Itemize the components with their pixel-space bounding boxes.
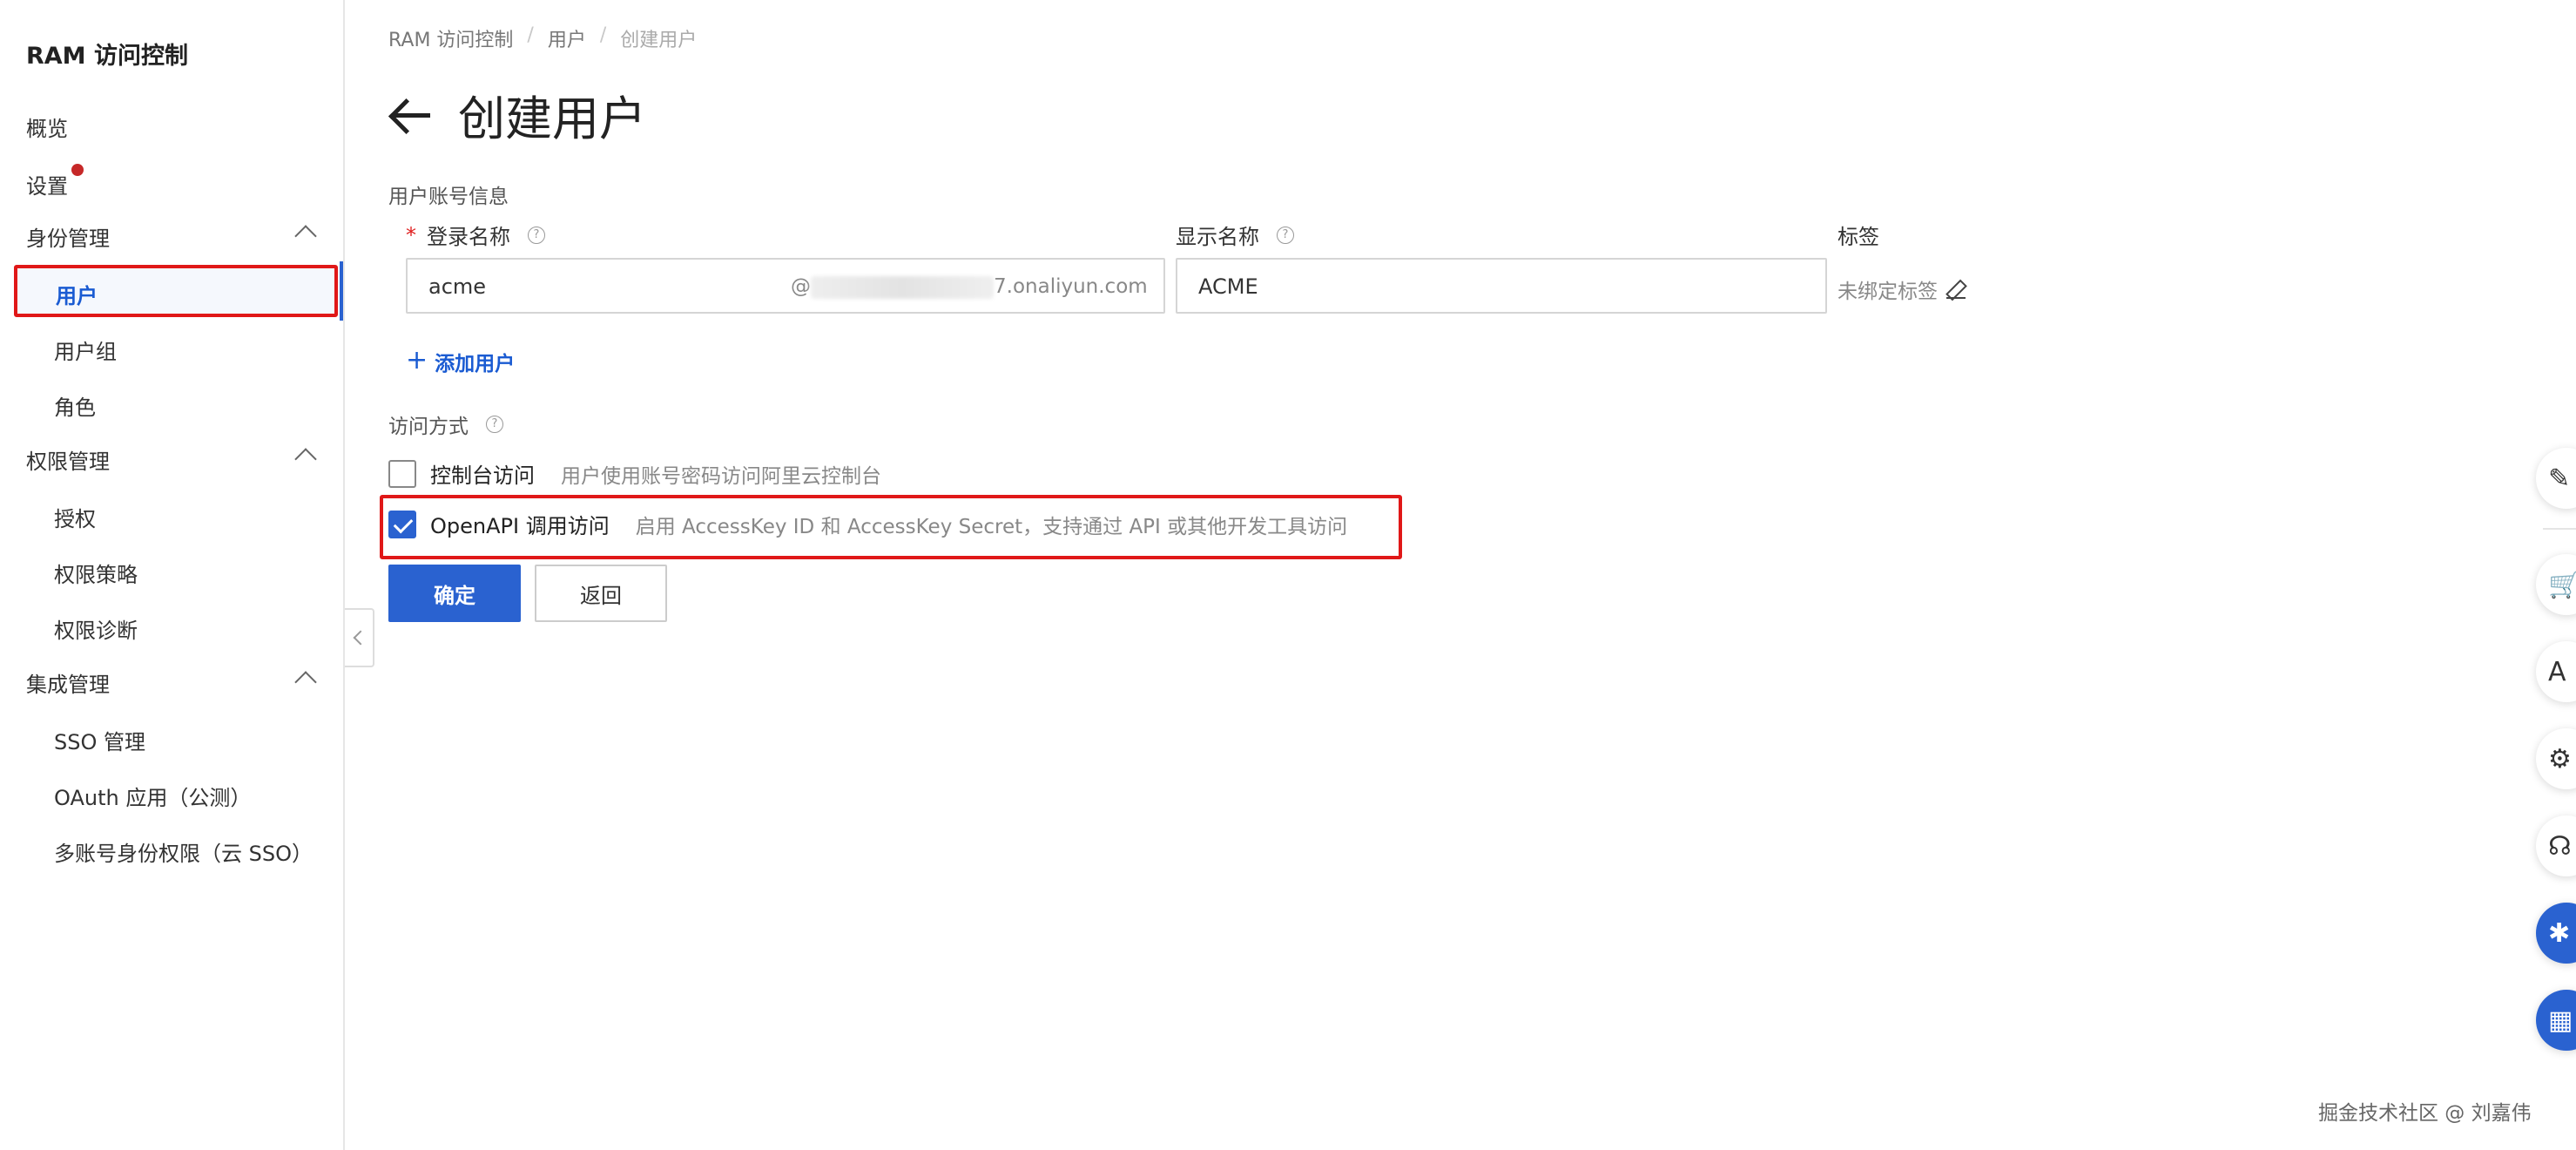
sidebar-item-sso[interactable]: SSO 管理: [54, 725, 145, 755]
breadcrumb-item-ram[interactable]: RAM 访问控制: [388, 24, 513, 52]
breadcrumb-separator: /: [599, 24, 607, 46]
console-access-desc: 用户使用账号密码访问阿里云控制台: [561, 464, 881, 488]
sidebar-item-settings[interactable]: 设置: [26, 169, 68, 200]
openapi-access-desc: 启用 AccessKey ID 和 AccessKey Secret，支持通过 …: [635, 515, 1348, 538]
edit-icon[interactable]: [1946, 280, 1966, 299]
chevron-up-icon: [294, 225, 317, 247]
headset-icon: ☊: [2548, 831, 2572, 862]
float-cart-button[interactable]: 🛒: [2536, 554, 2576, 615]
sidebar-item-roles[interactable]: 角色: [54, 390, 96, 421]
chevron-up-icon: [294, 671, 317, 693]
help-icon[interactable]: ?: [528, 226, 545, 244]
float-support-button[interactable]: ☊: [2536, 815, 2576, 876]
cart-icon: 🛒: [2548, 570, 2576, 600]
breadcrumb-item-users[interactable]: 用户: [548, 24, 586, 52]
sidebar-item-grants[interactable]: 授权: [54, 502, 96, 532]
toolbar-divider: [2543, 528, 2576, 530]
api-icon: A: [2548, 657, 2566, 687]
float-settings-button[interactable]: ⚙: [2536, 728, 2576, 789]
sidebar-title: RAM 访问控制: [26, 43, 188, 70]
sidebar-collapse-button[interactable]: [345, 608, 374, 667]
sidebar-group-label: 权限管理: [26, 450, 110, 474]
page-title: 创建用户: [458, 91, 646, 146]
help-icon[interactable]: ?: [486, 416, 503, 433]
back-arrow-icon[interactable]: [388, 93, 432, 137]
page-header: 创建用户: [388, 80, 646, 149]
sidebar-item-oauth[interactable]: OAuth 应用（公测）: [54, 781, 251, 811]
sidebar-group-integration[interactable]: 集成管理: [26, 667, 317, 698]
confirm-button[interactable]: 确定: [388, 565, 521, 622]
display-name-input[interactable]: ACME: [1176, 258, 1827, 314]
login-name-value: acme: [428, 274, 487, 299]
breadcrumb-item-current: 创建用户: [620, 30, 698, 51]
float-assistant-button[interactable]: ✱: [2536, 903, 2576, 964]
required-mark: *: [406, 222, 416, 247]
openapi-access-option[interactable]: OpenAPI 调用访问 启用 AccessKey ID 和 AccessKey…: [388, 509, 1347, 539]
watermark: 掘金技术社区 @ 刘嘉伟: [2318, 1102, 2532, 1125]
sidebar-item-diagnosis[interactable]: 权限诊断: [54, 613, 138, 644]
sidebar-item-policies[interactable]: 权限策略: [54, 558, 138, 588]
sidebar-item-users[interactable]: 用户: [14, 265, 338, 317]
chevron-up-icon: [294, 448, 317, 470]
sidebar: RAM 访问控制 概览 设置 身份管理 用户 用户组 角色 权限管理 授权 权限…: [0, 0, 345, 1150]
access-method-label: 访问方式 ?: [388, 409, 503, 439]
help-icon[interactable]: ?: [1277, 226, 1294, 244]
display-name-value: ACME: [1198, 274, 1258, 299]
tags-value[interactable]: 未绑定标签: [1838, 274, 1966, 304]
sidebar-item-cloud-sso[interactable]: 多账号身份权限（云 SSO）: [54, 836, 313, 867]
sidebar-group-permission[interactable]: 权限管理: [26, 444, 317, 475]
sidebar-group-identity[interactable]: 身份管理: [26, 221, 317, 252]
console-access-checkbox[interactable]: [388, 459, 416, 488]
back-button[interactable]: 返回: [535, 565, 667, 622]
float-api-button[interactable]: A: [2536, 641, 2576, 702]
sidebar-group-label: 集成管理: [26, 673, 110, 697]
notification-dot: [71, 164, 84, 176]
openapi-access-checkbox[interactable]: [388, 510, 416, 538]
settings-icon: ⚙: [2548, 744, 2572, 775]
login-name-input[interactable]: acme @7.onaliyun.com: [406, 258, 1165, 314]
domain-suffix: @7.onaliyun.com: [791, 275, 1148, 299]
sidebar-item-overview[interactable]: 概览: [26, 112, 68, 142]
sidebar-item-label: 用户: [56, 284, 98, 308]
breadcrumb-separator: /: [527, 24, 534, 46]
sidebar-item-user-groups[interactable]: 用户组: [54, 335, 117, 365]
section-title-account: 用户账号信息: [388, 186, 509, 208]
breadcrumb: RAM 访问控制 / 用户 / 创建用户: [388, 24, 697, 52]
openapi-access-label: OpenAPI 调用访问: [430, 514, 610, 538]
float-apps-button[interactable]: ▦: [2536, 990, 2576, 1051]
console-access-label: 控制台访问: [430, 463, 535, 488]
apps-icon: ▦: [2548, 1005, 2573, 1036]
add-user-button[interactable]: + 添加用户: [406, 345, 515, 376]
login-name-label: * 登录名称 ?: [406, 220, 545, 250]
display-name-label: 显示名称 ?: [1176, 220, 1294, 250]
tags-label: 标签: [1838, 225, 1879, 249]
sidebar-group-label: 身份管理: [26, 227, 110, 251]
active-indicator: [340, 261, 343, 321]
edit-icon: ✎: [2548, 463, 2571, 494]
float-edit-button[interactable]: ✎: [2536, 448, 2576, 509]
plus-icon: +: [406, 345, 428, 375]
chevron-left-icon: [353, 630, 368, 646]
redacted-account-id: [811, 275, 994, 299]
assistant-icon: ✱: [2548, 918, 2571, 949]
console-access-option[interactable]: 控制台访问 用户使用账号密码访问阿里云控制台: [388, 458, 881, 489]
